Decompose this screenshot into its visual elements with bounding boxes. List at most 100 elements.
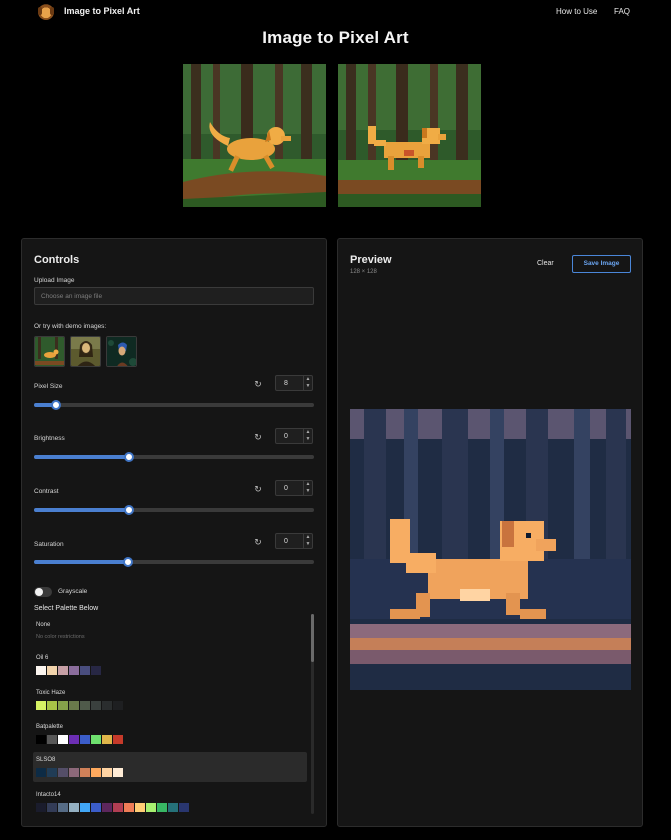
- brightness-stepper[interactable]: ▲ ▼: [303, 429, 312, 443]
- top-nav: Image to Pixel Art How to Use FAQ: [0, 0, 671, 24]
- palette-item[interactable]: Oil 6: [33, 650, 307, 680]
- palette-swatch: [69, 735, 79, 744]
- clear-button[interactable]: Clear: [534, 258, 557, 269]
- demo-images-label: Or try with demo images:: [34, 323, 107, 330]
- hero-pixel-art-image: [338, 64, 481, 207]
- pixel-size-label: Pixel Size: [34, 383, 63, 390]
- upload-label: Upload Image: [34, 277, 75, 284]
- palette-item[interactable]: Toxic Haze: [33, 685, 307, 715]
- contrast-number-input[interactable]: 0 ▲ ▼: [275, 480, 313, 496]
- saturation-slider-fill: [34, 560, 128, 564]
- palette-swatch: [69, 701, 79, 710]
- contrast-slider-fill: [34, 508, 130, 512]
- palette-swatch: [58, 701, 68, 710]
- brightness-value: 0: [284, 433, 288, 440]
- palette-swatch: [91, 768, 101, 777]
- palette-swatch: [91, 666, 101, 675]
- nav-link-faq[interactable]: FAQ: [614, 7, 630, 16]
- preview-panel: Preview 128 × 128 Clear Save Image: [337, 238, 643, 827]
- palette-swatch: [102, 701, 112, 710]
- palette-swatch: [102, 768, 112, 777]
- palette-name: None: [36, 622, 51, 628]
- demo-image-mona-lisa[interactable]: [70, 336, 101, 367]
- pixel-size-stepper[interactable]: ▲ ▼: [303, 376, 312, 390]
- contrast-slider[interactable]: [34, 505, 314, 515]
- brand-name[interactable]: Image to Pixel Art: [64, 6, 140, 16]
- demo-image-dog[interactable]: [34, 336, 65, 367]
- contrast-reset-icon[interactable]: ↻: [253, 484, 263, 494]
- palette-swatch: [58, 803, 68, 812]
- palette-swatch: [80, 803, 90, 812]
- palette-swatches: [36, 735, 124, 744]
- palette-scrollbar-thumb[interactable]: [311, 614, 314, 662]
- upload-file-input[interactable]: Choose an image file: [34, 287, 314, 305]
- brightness-reset-icon[interactable]: ↻: [253, 432, 263, 442]
- brightness-number-input[interactable]: 0 ▲ ▼: [275, 428, 313, 444]
- pixel-art-preview-image: [350, 409, 631, 690]
- palette-swatches: [36, 666, 102, 675]
- brightness-slider[interactable]: [34, 452, 314, 462]
- controls-panel: Controls Upload Image Choose an image fi…: [21, 238, 327, 827]
- preview-title: Preview: [350, 254, 392, 266]
- palette-name: Toxic Haze: [36, 690, 66, 696]
- pixel-size-number-input[interactable]: 8 ▲ ▼: [275, 375, 313, 391]
- palette-list[interactable]: None No color restrictions Oil 6 Toxic Haze…: [33, 617, 309, 814]
- palette-swatch: [113, 735, 123, 744]
- palette-swatch: [80, 735, 90, 744]
- palette-swatch: [47, 768, 57, 777]
- palette-swatch: [157, 803, 167, 812]
- saturation-slider[interactable]: [34, 557, 314, 567]
- pixel-size-slider[interactable]: [34, 400, 314, 410]
- saturation-stepper[interactable]: ▲ ▼: [303, 534, 312, 548]
- brightness-slider-fill: [34, 455, 130, 459]
- palette-swatch: [47, 701, 57, 710]
- grayscale-toggle[interactable]: [34, 587, 52, 597]
- saturation-number-input[interactable]: 0 ▲ ▼: [275, 533, 313, 549]
- grayscale-toggle-knob: [35, 588, 43, 596]
- palette-list-scrollbar[interactable]: [311, 614, 314, 814]
- palette-swatch: [69, 768, 79, 777]
- brightness-slider-thumb[interactable]: [124, 452, 135, 462]
- contrast-slider-thumb[interactable]: [124, 505, 135, 515]
- contrast-value: 0: [284, 485, 288, 492]
- palette-name: Batpalette: [36, 724, 64, 730]
- palette-item[interactable]: SLSO8: [33, 752, 307, 782]
- palette-heading: Select Palette Below: [34, 605, 99, 612]
- contrast-label: Contrast: [34, 488, 59, 495]
- palette-swatch: [47, 735, 57, 744]
- pixel-size-slider-thumb[interactable]: [51, 400, 62, 410]
- palette-swatch: [146, 803, 156, 812]
- palette-subtitle: No color restrictions: [36, 634, 85, 640]
- pixel-size-reset-icon[interactable]: ↻: [253, 379, 263, 389]
- brightness-label: Brightness: [34, 435, 65, 442]
- palette-swatch: [69, 666, 79, 675]
- hero-original-image: [183, 64, 326, 207]
- nav-link-how-to-use[interactable]: How to Use: [556, 7, 597, 16]
- grayscale-label: Grayscale: [58, 588, 88, 595]
- palette-swatch: [58, 735, 68, 744]
- saturation-slider-thumb[interactable]: [122, 557, 133, 567]
- saturation-label: Saturation: [34, 541, 64, 548]
- palette-swatch: [91, 735, 101, 744]
- palette-item[interactable]: Batpalette: [33, 719, 307, 749]
- saturation-reset-icon[interactable]: ↻: [253, 537, 263, 547]
- palette-swatch: [58, 768, 68, 777]
- palette-swatch: [36, 666, 46, 675]
- palette-swatch: [36, 701, 46, 710]
- palette-swatch: [102, 735, 112, 744]
- palette-name: SLSO8: [36, 757, 56, 763]
- palette-swatch: [91, 803, 101, 812]
- palette-item[interactable]: Intacto14: [33, 787, 307, 814]
- save-image-button[interactable]: Save Image: [572, 255, 631, 273]
- palette-swatch: [36, 735, 46, 744]
- palette-swatch: [58, 666, 68, 675]
- palette-swatch: [113, 768, 123, 777]
- palette-swatch: [102, 803, 112, 812]
- palette-swatches: [36, 803, 190, 812]
- dog-logo-icon[interactable]: [38, 4, 54, 20]
- demo-image-girl-pearl[interactable]: [106, 336, 137, 367]
- palette-swatch: [47, 803, 57, 812]
- contrast-stepper[interactable]: ▲ ▼: [303, 481, 312, 495]
- palette-swatch: [113, 803, 123, 812]
- palette-item[interactable]: None No color restrictions: [33, 617, 307, 647]
